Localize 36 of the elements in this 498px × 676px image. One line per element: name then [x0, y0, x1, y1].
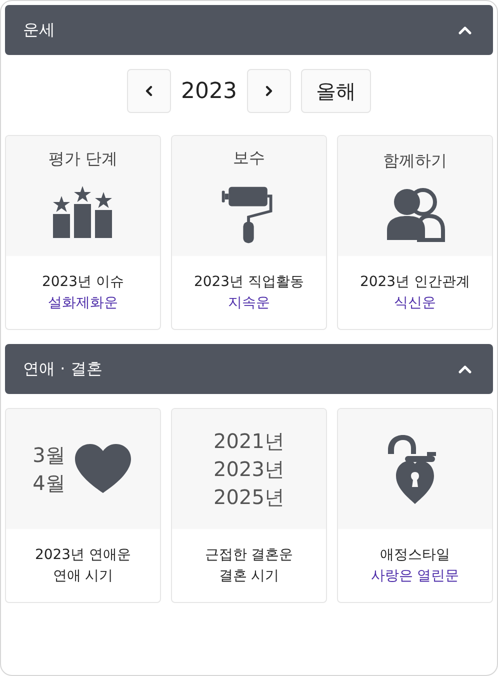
section-header[interactable]: 연애 · 결혼 [5, 344, 493, 394]
caption-text: 결혼 시기 [218, 567, 280, 585]
fortune-card[interactable]: 2021년 2023년 2025년 근접한 결혼운 결혼 시기 [171, 408, 327, 603]
year-value: 2021년 [214, 428, 284, 455]
section-header[interactable]: 운세 [5, 5, 493, 55]
card-title: 평가 단계 [48, 148, 118, 170]
caption-text: 연애 시기 [52, 567, 114, 585]
fortune-card[interactable]: 보수 2023년 직업활동 지속운 [171, 135, 327, 330]
caption-text: 2023년 이슈 [42, 273, 124, 291]
year-value: 2023년 [214, 456, 284, 483]
section-title: 연애 · 결혼 [23, 358, 102, 380]
two-people-icon [385, 186, 445, 242]
fortune-card[interactable]: 애정스타일 사랑은 열린문 [337, 408, 493, 603]
caption-text: 2023년 연애운 [34, 546, 132, 564]
caption-text: 2023년 인간관계 [360, 273, 470, 291]
fortune-result: 설화제화운 [48, 294, 118, 312]
section-title: 운세 [23, 20, 55, 40]
chevron-left-icon [143, 85, 155, 97]
heart-icon [73, 443, 134, 495]
fortune-result: 지속운 [228, 294, 270, 312]
year-value: 2025년 [214, 484, 284, 511]
fortune-result: 사랑은 열린문 [370, 567, 460, 585]
card-title: 보수 [233, 148, 265, 168]
year-label: 2023 [181, 78, 237, 104]
month-label: 4월 [32, 470, 66, 497]
fortune-card[interactable]: 평가 단계 2023년 이슈 설화제화운 [5, 135, 161, 330]
fortune-card[interactable]: 3월 4월 2023년 연애운 연애 시기 [5, 408, 161, 603]
caption-text: 애정스타일 [380, 546, 450, 564]
month-label: 3월 [32, 442, 66, 469]
chevron-right-icon [263, 85, 275, 97]
this-year-button[interactable]: 올해 [301, 69, 371, 113]
card-title: 함께하기 [383, 150, 447, 172]
caption-text: 근접한 결혼운 [204, 546, 294, 564]
fortune-card[interactable]: 함께하기 2023년 인간관계 식신운 [337, 135, 493, 330]
caption-text: 2023년 직업활동 [194, 273, 304, 291]
fortune-result: 식신운 [394, 294, 436, 312]
